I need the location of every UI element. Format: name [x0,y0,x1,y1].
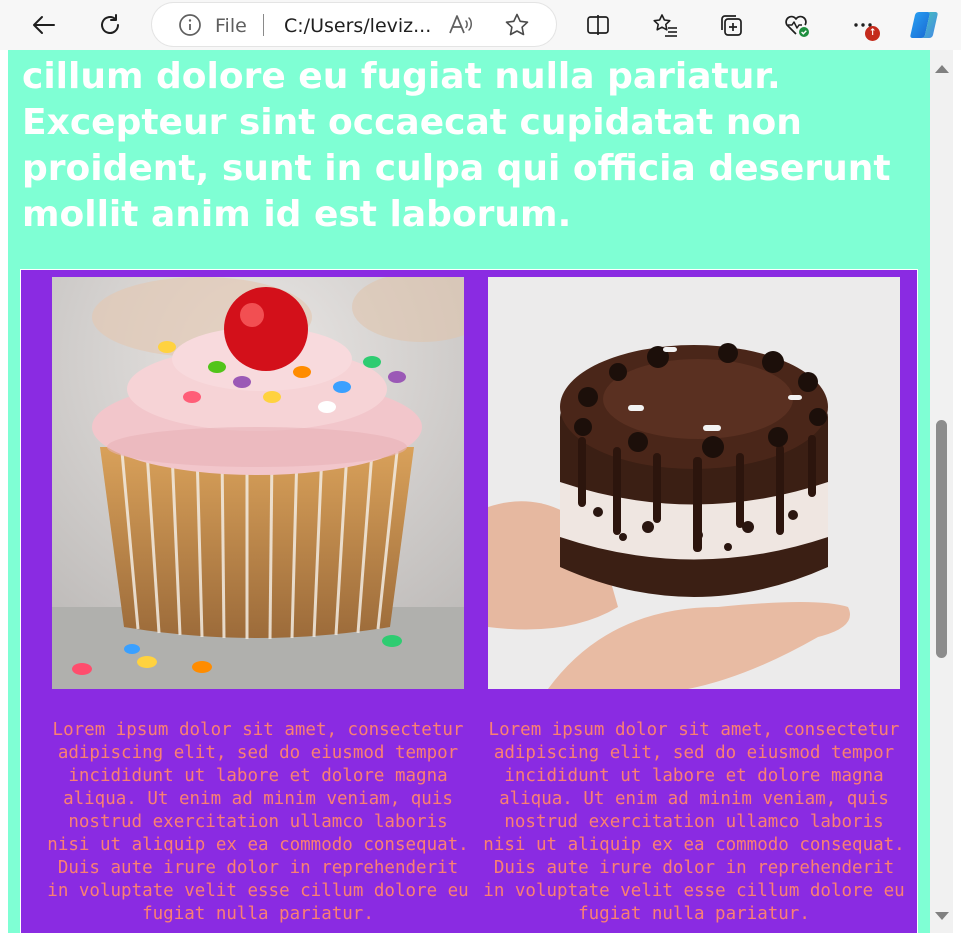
favorite-star-icon [505,13,529,36]
split-screen-button[interactable] [581,8,615,42]
copilot-icon [910,12,938,38]
favorites-button[interactable] [648,8,682,42]
cupcake-image [52,277,464,689]
info-icon [179,14,201,36]
read-aloud-button[interactable] [448,13,474,41]
window-edge [953,50,961,933]
copilot-button[interactable] [907,8,941,42]
gallery-card: Lorem ipsum dolor sit amet, consectetur … [483,277,905,926]
page-body: cillum dolore eu fugiat nulla pariatur. … [8,50,930,933]
collections-button[interactable] [714,8,748,42]
browser-essentials-icon [785,15,809,37]
scrollbar-thumb[interactable] [936,420,947,658]
scroll-down-arrow-icon[interactable] [935,912,949,920]
add-favorite-button[interactable] [504,12,530,42]
collections-icon [721,15,742,36]
update-badge: ↑ [865,26,880,41]
address-separator [263,14,264,36]
card-description: Lorem ipsum dolor sit amet, consectetur … [47,720,469,924]
back-icon [33,16,55,34]
headline-text: cillum dolore eu fugiat nulla pariatur. … [22,56,891,235]
address-url[interactable]: C:/Users/leviz... [284,15,434,37]
gallery-card: Lorem ipsum dolor sit amet, consectetur … [47,277,469,926]
read-aloud-icon [449,15,472,34]
split-screen-icon [587,15,609,35]
back-button[interactable] [27,8,61,42]
chocolate-cake-image [488,277,900,689]
browser-toolbar: File C:/Users/leviz... ↑ [0,0,961,50]
scroll-up-arrow-icon[interactable] [935,65,949,73]
vertical-scrollbar[interactable] [930,50,953,933]
card-description: Lorem ipsum dolor sit amet, consectetur … [483,720,905,924]
address-scheme-label: File [215,15,247,37]
page-viewport: cillum dolore eu fugiat nulla pariatur. … [0,50,961,933]
favorites-list-icon [653,14,677,37]
browser-essentials-button[interactable] [780,8,814,42]
more-button[interactable]: ↑ [846,8,880,42]
site-info-button[interactable] [178,13,202,41]
refresh-icon [101,14,119,34]
refresh-button[interactable] [93,8,127,42]
dessert-gallery: Lorem ipsum dolor sit amet, consectetur … [20,269,918,933]
address-bar[interactable]: File C:/Users/leviz... [152,3,556,46]
